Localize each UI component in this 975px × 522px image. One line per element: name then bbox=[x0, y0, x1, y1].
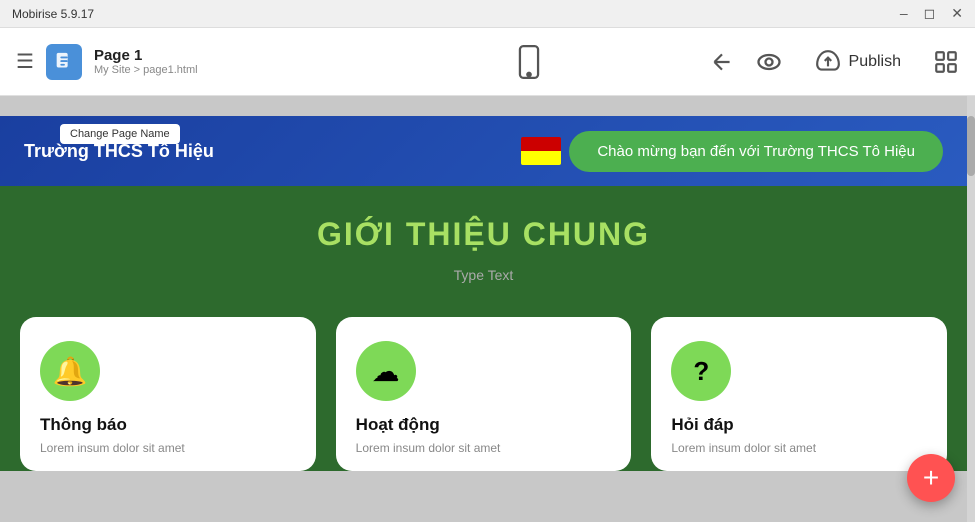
toolbar-center bbox=[362, 45, 696, 79]
card-desc-1: Lorem insum dolor sit amet bbox=[356, 441, 501, 455]
window-controls: – ◻ ✕ bbox=[900, 5, 963, 22]
toolbar-right: Publish bbox=[709, 41, 959, 83]
maximize-button[interactable]: ◻ bbox=[924, 5, 936, 22]
page-info: Page 1 My Site > page1.html bbox=[94, 47, 198, 76]
flag-icon bbox=[521, 137, 561, 165]
minimize-button[interactable]: – bbox=[900, 5, 908, 22]
cards-section: 🔔 Thông báo Lorem insum dolor sit amet ☁… bbox=[0, 307, 967, 471]
mobile-preview-button[interactable] bbox=[515, 45, 543, 79]
page-breadcrumb: My Site > page1.html bbox=[94, 64, 198, 76]
bell-icon: 🔔 bbox=[40, 341, 100, 401]
canvas-area: Change Page Name Trường THCS Tô Hiệu Chà… bbox=[0, 96, 975, 522]
change-page-name-button[interactable]: Change Page Name bbox=[60, 124, 180, 144]
app-title: Mobirise 5.9.17 bbox=[12, 7, 900, 21]
section-subtitle: Type Text bbox=[20, 267, 947, 283]
header-center: Chào mừng bạn đến với Trường THCS Tô Hiệ… bbox=[521, 131, 943, 172]
page-title: Page 1 bbox=[94, 47, 198, 64]
section-title: GIỚI THIỆU CHUNG bbox=[20, 216, 947, 253]
toolbar-left: ☰ Page 1 My Site > page1.html bbox=[16, 44, 350, 80]
page-canvas: Change Page Name Trường THCS Tô Hiệu Chà… bbox=[0, 96, 967, 522]
card-hoi-dap: ? Hỏi đáp Lorem insum dolor sit amet bbox=[651, 317, 947, 471]
intro-section: GIỚI THIỆU CHUNG Type Text bbox=[0, 186, 967, 307]
menu-button[interactable]: ☰ bbox=[16, 49, 34, 74]
card-desc-0: Lorem insum dolor sit amet bbox=[40, 441, 185, 455]
card-title-2: Hỏi đáp bbox=[671, 415, 733, 435]
card-thong-bao: 🔔 Thông báo Lorem insum dolor sit amet bbox=[20, 317, 316, 471]
welcome-button[interactable]: Chào mừng bạn đến với Trường THCS Tô Hiệ… bbox=[569, 131, 943, 172]
site-header: Change Page Name Trường THCS Tô Hiệu Chà… bbox=[0, 116, 967, 186]
toolbar: ☰ Page 1 My Site > page1.html bbox=[0, 28, 975, 96]
question-icon: ? bbox=[671, 341, 731, 401]
scrollbar[interactable] bbox=[967, 96, 975, 522]
cloud-icon: ☁ bbox=[356, 341, 416, 401]
add-button[interactable]: + bbox=[907, 454, 955, 502]
preview-button[interactable] bbox=[755, 48, 783, 76]
close-button[interactable]: ✕ bbox=[951, 5, 963, 22]
publish-button[interactable]: Publish bbox=[803, 41, 913, 83]
card-title-1: Hoạt động bbox=[356, 415, 440, 435]
titlebar: Mobirise 5.9.17 – ◻ ✕ bbox=[0, 0, 975, 28]
page-icon bbox=[46, 44, 82, 80]
publish-label: Publish bbox=[849, 53, 901, 71]
resize-button[interactable] bbox=[933, 49, 959, 75]
scrollbar-thumb[interactable] bbox=[967, 116, 975, 176]
card-desc-2: Lorem insum dolor sit amet bbox=[671, 441, 816, 455]
back-button[interactable] bbox=[709, 49, 735, 75]
card-hoat-dong: ☁ Hoạt động Lorem insum dolor sit amet bbox=[336, 317, 632, 471]
card-title-0: Thông báo bbox=[40, 415, 127, 435]
